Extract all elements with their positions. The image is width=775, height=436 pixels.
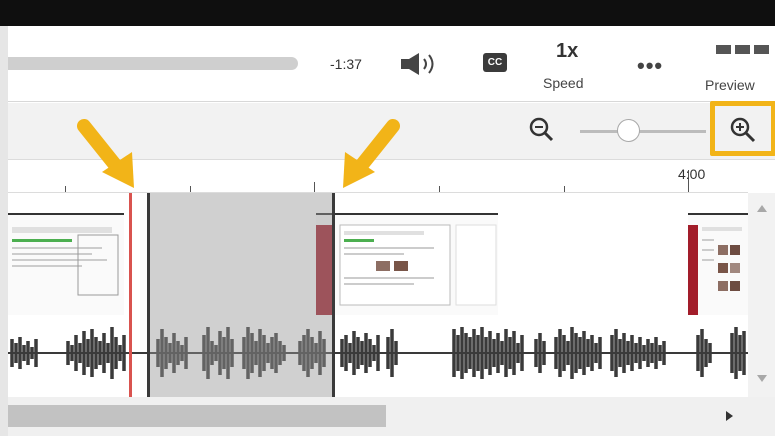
zoom-slider-track[interactable] bbox=[580, 130, 706, 133]
video-thumbnail[interactable] bbox=[8, 213, 124, 315]
horizontal-scrollbar[interactable] bbox=[8, 397, 775, 436]
zoom-slider-handle[interactable] bbox=[617, 119, 640, 142]
top-title-bar bbox=[0, 0, 775, 26]
selection-region[interactable] bbox=[149, 193, 334, 397]
zoom-out-icon[interactable] bbox=[528, 116, 554, 147]
scroll-up-icon[interactable] bbox=[757, 205, 767, 212]
ruler-time-label: 4:00 bbox=[678, 166, 706, 182]
callout-arrow-icon bbox=[77, 119, 134, 188]
video-thumbnail[interactable] bbox=[688, 213, 748, 315]
preview-label[interactable]: Preview bbox=[705, 77, 755, 93]
left-edge bbox=[0, 26, 8, 436]
more-icon[interactable]: ••• bbox=[637, 53, 663, 79]
speed-value[interactable]: 1x bbox=[556, 40, 578, 63]
volume-icon[interactable] bbox=[401, 51, 445, 82]
playhead[interactable] bbox=[129, 193, 132, 397]
timeline-tracks[interactable] bbox=[8, 193, 748, 397]
scroll-down-icon[interactable] bbox=[757, 375, 767, 382]
ruler-tick bbox=[314, 182, 315, 192]
ruler-tick bbox=[439, 186, 440, 192]
progress-bar[interactable] bbox=[8, 57, 298, 70]
callout-arrow-icon bbox=[343, 119, 400, 188]
horizontal-scroll-thumb[interactable] bbox=[8, 405, 386, 427]
speed-label[interactable]: Speed bbox=[543, 75, 583, 91]
video-thumbnail[interactable] bbox=[316, 213, 498, 315]
preview-icon[interactable] bbox=[716, 42, 772, 60]
closed-captions-icon[interactable]: CC bbox=[483, 53, 507, 72]
scroll-right-icon[interactable] bbox=[726, 411, 733, 421]
player-controls: -1:37 CC 1x Speed ••• Preview bbox=[8, 26, 775, 102]
zoom-in-icon[interactable] bbox=[729, 116, 757, 149]
ruler-tick bbox=[564, 186, 565, 192]
vertical-scrollbar[interactable] bbox=[748, 193, 775, 397]
ruler-tick bbox=[65, 186, 66, 192]
ruler-tick bbox=[190, 186, 191, 192]
selection-end-handle[interactable] bbox=[332, 193, 335, 397]
time-remaining: -1:37 bbox=[330, 56, 362, 72]
audio-waveform[interactable] bbox=[8, 315, 748, 391]
selection-start-handle[interactable] bbox=[147, 193, 150, 397]
